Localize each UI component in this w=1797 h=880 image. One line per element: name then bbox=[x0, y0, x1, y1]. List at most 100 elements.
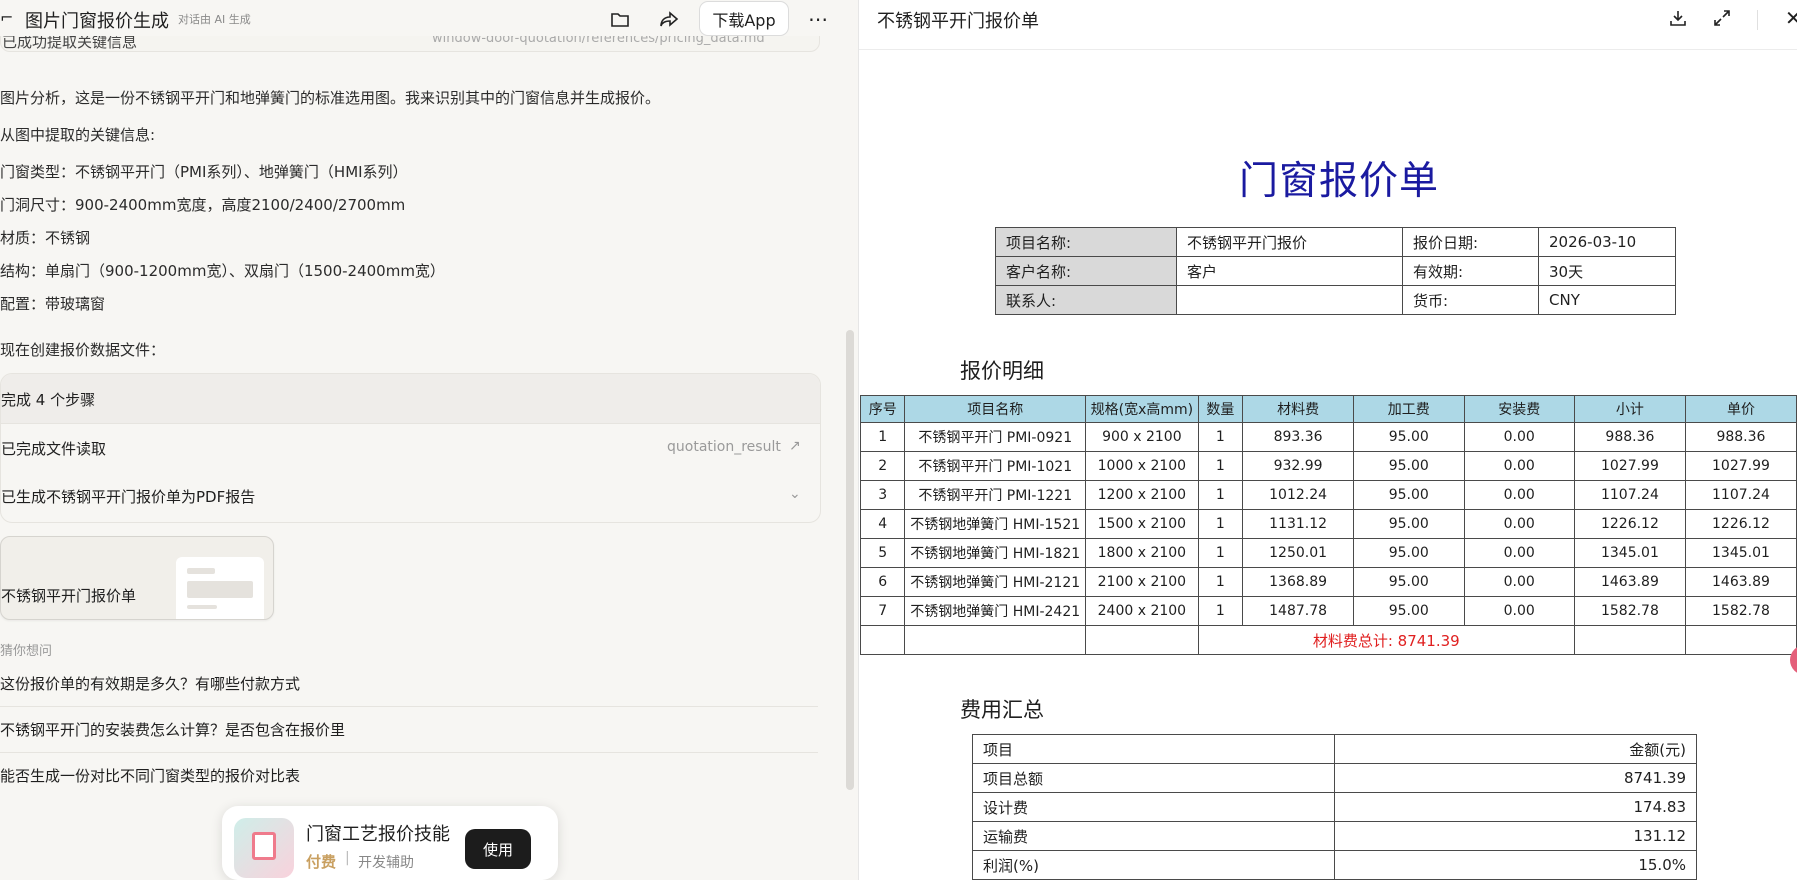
quotation-title: 门窗报价单 bbox=[1239, 159, 1440, 204]
chat-pane: ⌐ 图片门窗报价生成 对话由 AI 生成 下载App ⋯ 已成功提取关键信息 w… bbox=[0, 0, 858, 880]
table-cell: 1107.24 bbox=[1573, 480, 1686, 510]
table-cell: 不锈钢平开门 PMI-0921 bbox=[904, 422, 1087, 452]
meta-value: 2026-03-10 bbox=[1538, 227, 1676, 257]
meta-label: 货币: bbox=[1402, 285, 1539, 315]
chevron-down-icon[interactable]: ⌄ bbox=[789, 486, 801, 502]
step-label: 已完成文件读取 bbox=[1, 440, 107, 458]
table-cell: 1368.89 bbox=[1242, 567, 1355, 597]
document-preview-pane: 不锈钢平开门报价单 ✕ 门窗报价单 项目名称: 不锈钢平开门报价 报价日期: 2… bbox=[858, 0, 1797, 880]
download-app-button[interactable]: 下载App bbox=[699, 1, 789, 36]
folder-icon[interactable] bbox=[607, 6, 633, 32]
table-row: 2 不锈钢平开门 PMI-1021 1000 x 2100 1 932.99 95.00 0… bbox=[859, 451, 1797, 481]
table-cell: 1800 x 2100 bbox=[1085, 538, 1199, 568]
table-cell: 1 bbox=[1197, 422, 1244, 452]
share-icon[interactable] bbox=[656, 6, 682, 32]
table-row: 联系人: 货币: CNY bbox=[995, 285, 1676, 315]
quotation-meta-table: 项目名称: 不锈钢平开门报价 报价日期: 2026-03-10 客户名称: 客户… bbox=[995, 227, 1676, 315]
chat-scrollbar[interactable] bbox=[846, 330, 854, 790]
table-row: 项目 金额(元) bbox=[972, 734, 1697, 764]
step-file[interactable]: quotation_result bbox=[667, 439, 781, 455]
info-config: 配置：带玻璃窗 bbox=[0, 295, 106, 313]
preview-header: 不锈钢平开门报价单 ✕ bbox=[859, 0, 1797, 50]
info-material: 材质：不锈钢 bbox=[0, 229, 91, 247]
table-cell: 893.36 bbox=[1242, 422, 1355, 452]
table-cell: 1345.01 bbox=[1573, 538, 1686, 568]
back-icon[interactable]: ⌐ bbox=[0, 8, 13, 27]
meta-value bbox=[1176, 285, 1403, 315]
table-cell: 3 bbox=[859, 480, 906, 510]
table-cell: 不锈钢平开门 PMI-1021 bbox=[904, 451, 1087, 481]
summary-label: 设计费 bbox=[972, 792, 1335, 822]
meta-value: 30天 bbox=[1538, 256, 1676, 286]
table-cell: 0.00 bbox=[1463, 509, 1575, 539]
table-row: 4 不锈钢地弹簧门 HMI-1521 1500 x 2100 1 1131.12 95.0… bbox=[859, 509, 1797, 539]
table-cell: 1027.99 bbox=[1573, 451, 1686, 481]
skill-category: 开发辅助 bbox=[358, 855, 414, 871]
suggestion-item[interactable]: 这份报价单的有效期是多久？有哪些付款方式 bbox=[0, 661, 818, 707]
download-icon[interactable] bbox=[1665, 5, 1691, 31]
document-thumbnail bbox=[176, 557, 264, 619]
table-row: 3 不锈钢平开门 PMI-1221 1200 x 2100 1 1012.24 95.00… bbox=[859, 480, 1797, 510]
conversation-title[interactable]: 图片门窗报价生成 bbox=[25, 7, 169, 33]
document-card[interactable]: 不锈钢平开门报价单 bbox=[0, 536, 274, 620]
material-total: 材料费总计: 8741.39 bbox=[1197, 625, 1575, 655]
summary-header-item: 项目 bbox=[972, 734, 1335, 764]
table-cell: 95.00 bbox=[1353, 480, 1465, 510]
table-cell: 988.36 bbox=[1573, 422, 1686, 452]
skill-name: 门窗工艺报价技能 bbox=[306, 824, 450, 845]
suggestion-item[interactable]: 不锈钢平开门的安装费怎么计算？是否包含在报价里 bbox=[0, 707, 818, 753]
column-header: 规格(宽x高mm) bbox=[1085, 395, 1199, 423]
meta-label: 有效期: bbox=[1402, 256, 1539, 286]
table-header: 序号 项目名称 规格(宽x高mm) 数量 材料费 加工费 安装费 小计 单价 bbox=[859, 395, 1797, 423]
close-icon[interactable]: ✕ bbox=[1785, 6, 1797, 30]
reference-path: window-door-quotation/references/pricing… bbox=[432, 36, 765, 46]
table-row: 7 不锈钢地弹簧门 HMI-2421 2400 x 2100 1 1487.78 95.0… bbox=[859, 596, 1797, 626]
separator: | bbox=[345, 850, 350, 866]
column-header: 小计 bbox=[1573, 395, 1686, 423]
summary-value: 131.12 bbox=[1334, 821, 1697, 851]
table-cell: 95.00 bbox=[1353, 596, 1465, 626]
table-cell: 932.99 bbox=[1242, 451, 1355, 481]
table-cell: 1000 x 2100 bbox=[1085, 451, 1199, 481]
open-external-icon[interactable]: ↗ bbox=[789, 438, 801, 454]
step-label: 已生成不锈钢平开门报价单为PDF报告 bbox=[1, 488, 256, 506]
ai-generated-note: 对话由 AI 生成 bbox=[178, 13, 251, 26]
table-cell: 0.00 bbox=[1463, 451, 1575, 481]
section-summary-heading: 费用汇总 bbox=[960, 698, 1044, 722]
table-cell: 95.00 bbox=[1353, 422, 1465, 452]
summary-header-amount: 金额(元) bbox=[1334, 734, 1697, 764]
steps-header[interactable]: 完成 4 个步骤 bbox=[1, 374, 820, 424]
window-icon bbox=[234, 818, 294, 878]
suggestion-item[interactable]: 能否生成一份对比不同门窗类型的报价对比表 bbox=[0, 753, 818, 799]
steps-panel: 完成 4 个步骤 已完成文件读取 quotation_result ↗ 已生成不… bbox=[0, 373, 821, 523]
table-body: 1 不锈钢平开门 PMI-0921 900 x 2100 1 893.36 95.00 0.… bbox=[859, 422, 1797, 655]
table-cell: 1 bbox=[1197, 480, 1244, 510]
table-cell: 95.00 bbox=[1353, 567, 1465, 597]
table-row: 5 不锈钢地弹簧门 HMI-1821 1800 x 2100 1 1250.01 95.0… bbox=[859, 538, 1797, 568]
table-cell bbox=[904, 625, 1087, 655]
table-row: 利润(%) 15.0% bbox=[972, 850, 1697, 880]
use-skill-button[interactable]: 使用 bbox=[465, 829, 531, 869]
meta-label: 报价日期: bbox=[1402, 227, 1539, 257]
table-cell: 5 bbox=[859, 538, 906, 568]
step-file-read[interactable]: 已完成文件读取 quotation_result ↗ bbox=[1, 424, 820, 472]
table-cell: 不锈钢地弹簧门 HMI-2421 bbox=[904, 596, 1087, 626]
table-cell: 1463.89 bbox=[1573, 567, 1686, 597]
total-row: 材料费总计: 8741.39 bbox=[859, 625, 1797, 655]
more-icon[interactable]: ⋯ bbox=[805, 6, 831, 32]
step-pdf-report[interactable]: 已生成不锈钢平开门报价单为PDF报告 ⌄ bbox=[1, 472, 820, 520]
suggestions-label: 猜你想问 bbox=[0, 644, 53, 659]
paid-badge: 付费 bbox=[306, 853, 337, 871]
table-cell: 1 bbox=[1197, 538, 1244, 568]
table-cell: 0.00 bbox=[1463, 596, 1575, 626]
column-header: 序号 bbox=[859, 395, 906, 423]
table-cell: 1487.78 bbox=[1242, 596, 1355, 626]
steps-count: 完成 4 个步骤 bbox=[1, 391, 96, 409]
reference-label: 已成功提取关键信息 bbox=[2, 36, 138, 51]
chat-topbar: ⌐ 图片门窗报价生成 对话由 AI 生成 下载App ⋯ bbox=[0, 0, 858, 38]
meta-value: 客户 bbox=[1176, 256, 1403, 286]
table-row: 6 不锈钢地弹簧门 HMI-2121 2100 x 2100 1 1368.89 95.0… bbox=[859, 567, 1797, 597]
table-cell bbox=[859, 625, 906, 655]
expand-icon[interactable] bbox=[1709, 5, 1735, 31]
summary-label: 项目总额 bbox=[972, 763, 1335, 793]
